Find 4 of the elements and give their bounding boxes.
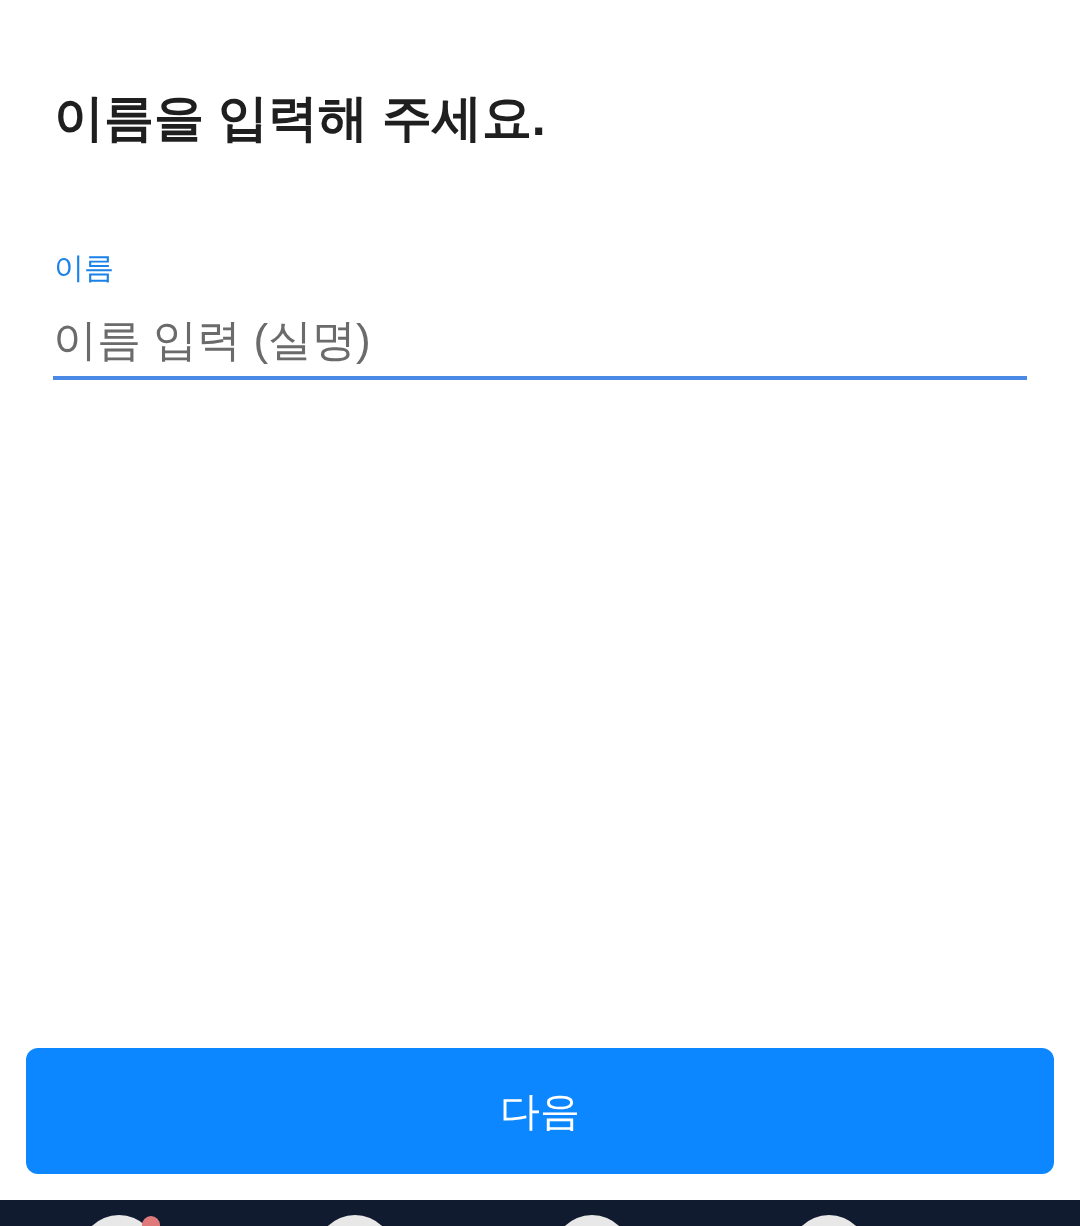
field-label: 이름 bbox=[54, 250, 114, 286]
page-title: 이름을 입력해 주세요. bbox=[54, 89, 547, 148]
name-input-field[interactable]: 이름 입력 (실명) bbox=[53, 304, 1027, 380]
next-button[interactable]: 다음 bbox=[26, 1048, 1054, 1174]
